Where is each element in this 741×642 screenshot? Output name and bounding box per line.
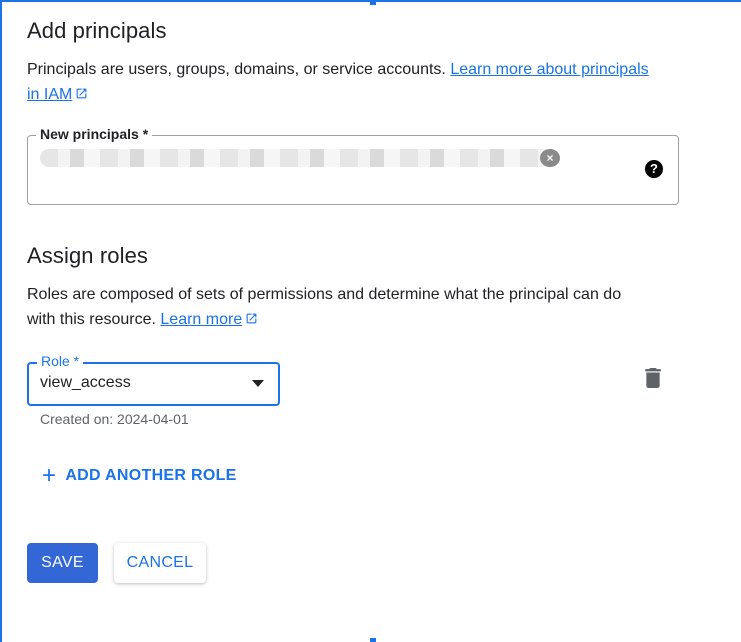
role-select[interactable]: Role * view_access: [27, 353, 280, 406]
roles-description-line2: with this resource.: [27, 311, 156, 328]
roles-description-line1: Roles are composed of sets of permission…: [27, 286, 622, 303]
question-circle-icon[interactable]: ?: [645, 160, 663, 178]
frame-handle-bottom[interactable]: [370, 638, 376, 642]
frame-left-line: [0, 0, 2, 642]
save-button[interactable]: SAVE: [27, 543, 98, 583]
add-another-role-label: ADD ANOTHER ROLE: [65, 467, 237, 484]
close-icon[interactable]: ×: [540, 149, 560, 167]
cancel-button[interactable]: CANCEL: [114, 543, 206, 583]
role-helper-text: Created on: 2024-04-01: [40, 411, 189, 427]
add-another-role-button[interactable]: + ADD ANOTHER ROLE: [42, 464, 237, 488]
principals-description-text: Principals are users, groups, domains, o…: [27, 61, 446, 78]
assign-roles-heading: Assign roles: [27, 243, 149, 268]
new-principals-field[interactable]: New principals * × ?: [27, 126, 679, 205]
new-principals-label: New principals *: [36, 126, 153, 142]
principal-chip[interactable]: ×: [40, 149, 560, 167]
external-link-icon: [76, 88, 87, 99]
role-selected-value: view_access: [40, 374, 131, 391]
assign-roles-description: Roles are composed of sets of permission…: [27, 282, 727, 332]
role-label: Role *: [37, 353, 84, 369]
trash-icon[interactable]: [644, 368, 662, 388]
learn-more-roles-link[interactable]: Learn more: [160, 311, 258, 328]
add-principals-heading: Add principals: [27, 18, 167, 43]
frame-handle-top[interactable]: [370, 0, 376, 5]
external-link-icon: [246, 313, 257, 324]
add-principals-description: Principals are users, groups, domains, o…: [27, 57, 707, 107]
plus-icon: +: [42, 462, 57, 489]
chevron-down-icon[interactable]: [252, 380, 264, 387]
